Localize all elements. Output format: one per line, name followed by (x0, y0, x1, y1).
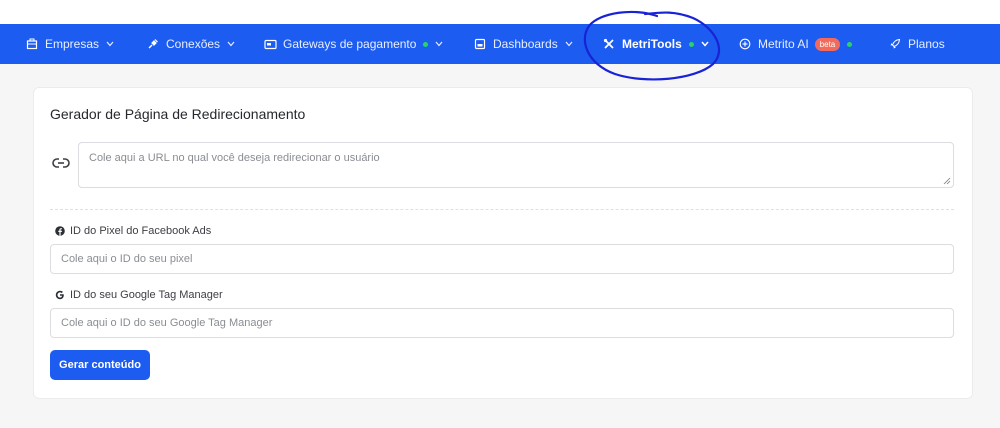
wallet-icon (263, 37, 277, 51)
generate-content-button[interactable]: Gerar conteúdo (50, 350, 150, 380)
chevron-down-icon (435, 41, 443, 47)
card-title: Gerador de Página de Redirecionamento (50, 106, 306, 122)
nav-item-metritools[interactable]: MetriTools (602, 24, 709, 64)
beta-badge: beta (814, 37, 841, 51)
tools-icon (602, 37, 616, 51)
nav-item-planos[interactable]: Planos (888, 24, 945, 64)
plus-circle-icon (738, 37, 752, 51)
nav-label: Gateways de pagamento (283, 37, 417, 51)
dashboard-icon (473, 37, 487, 51)
nav-item-gateways[interactable]: Gateways de pagamento (263, 24, 443, 64)
pixel-field-label: ID do Pixel do Facebook Ads (55, 225, 211, 237)
rocket-icon (888, 37, 902, 51)
nav-item-empresas[interactable]: Empresas (25, 24, 114, 64)
building-icon (25, 37, 39, 51)
facebook-icon (55, 226, 65, 236)
google-icon (55, 290, 65, 300)
pixel-id-input[interactable]: Cole aqui o ID do seu pixel (50, 244, 954, 274)
gtm-field-label: ID do seu Google Tag Manager (55, 289, 223, 301)
gtm-id-input[interactable]: Cole aqui o ID do seu Google Tag Manager (50, 308, 954, 338)
pixel-placeholder: Cole aqui o ID do seu pixel (61, 253, 193, 265)
chevron-down-icon (106, 41, 114, 47)
nav-item-dashboards[interactable]: Dashboards (473, 24, 573, 64)
gtm-placeholder: Cole aqui o ID do seu Google Tag Manager (61, 317, 273, 329)
gtm-label-text: ID do seu Google Tag Manager (70, 289, 223, 301)
status-dot (847, 41, 853, 47)
redirect-generator-card: Gerador de Página de Redirecionamento Co… (33, 87, 973, 399)
nav-label: Dashboards (493, 37, 558, 51)
link-icon (52, 158, 70, 168)
nav-label: Planos (908, 37, 945, 51)
chevron-down-icon (227, 41, 235, 47)
chevron-down-icon (565, 41, 573, 47)
resize-handle-icon[interactable] (943, 177, 951, 185)
plug-icon (146, 37, 160, 51)
status-dot (423, 41, 429, 47)
nav-label: Metrito AI (758, 37, 809, 51)
nav-label: MetriTools (622, 37, 682, 51)
nav-label: Empresas (45, 37, 100, 51)
nav-label: Conexões (166, 37, 221, 51)
main-navbar: Empresas Conexões Gateways de pagamento … (0, 24, 1000, 64)
redirect-url-textarea[interactable]: Cole aqui a URL no qual você deseja redi… (78, 142, 954, 188)
section-divider (50, 209, 954, 210)
nav-item-conexoes[interactable]: Conexões (146, 24, 235, 64)
top-whitespace (0, 0, 1000, 24)
url-placeholder: Cole aqui a URL no qual você deseja redi… (89, 152, 380, 164)
status-dot (688, 41, 694, 47)
nav-item-metrito-ai[interactable]: Metrito AI beta (738, 24, 853, 64)
chevron-down-icon (701, 41, 709, 47)
pixel-label-text: ID do Pixel do Facebook Ads (70, 225, 212, 237)
